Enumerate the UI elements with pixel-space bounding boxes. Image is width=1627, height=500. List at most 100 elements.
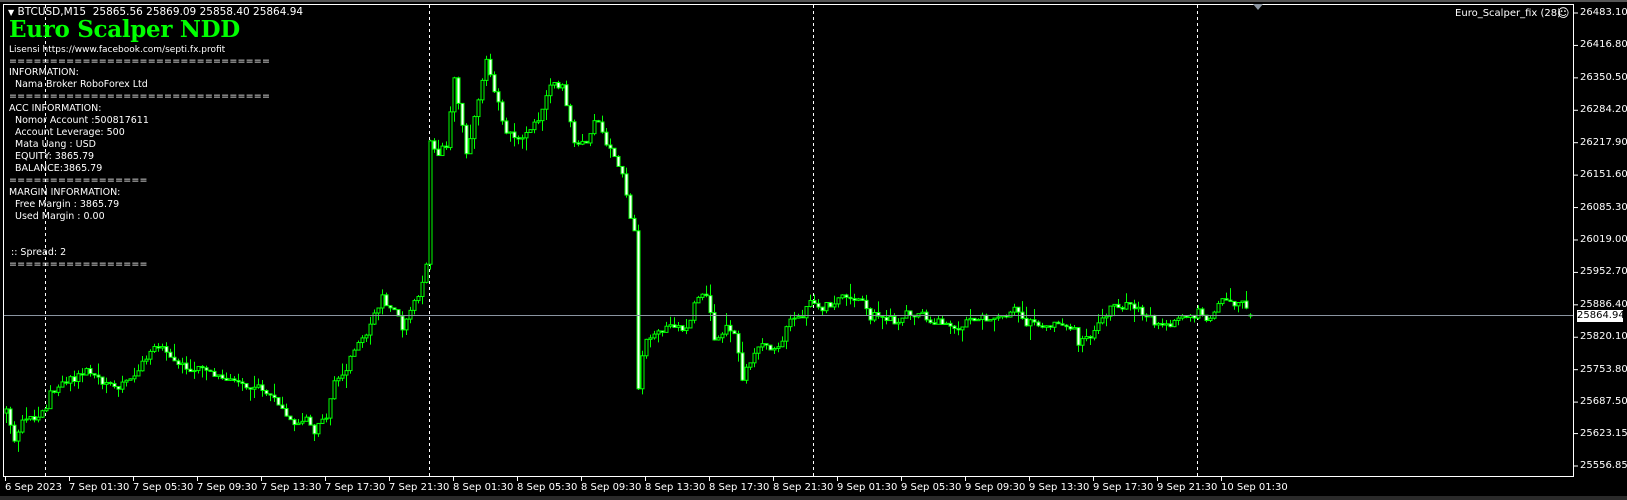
bear-candle-body <box>248 387 253 390</box>
price-tick-label: 26416.80 <box>1580 39 1627 51</box>
bear-candle-body <box>8 408 13 426</box>
separator-line: ================= <box>9 175 148 186</box>
time-tick-label: 8 Sep 01:30 <box>453 482 514 493</box>
bull-candle-body <box>1072 327 1077 330</box>
bear-candle-body <box>1076 327 1081 346</box>
bear-candle-body <box>392 307 397 311</box>
bear-candle-body <box>156 346 161 349</box>
bull-candle-body <box>28 415 33 420</box>
bear-candle-body <box>732 330 737 335</box>
bear-candle-body <box>1132 303 1137 310</box>
bull-candle-body <box>936 318 941 325</box>
bull-candle-body <box>1012 306 1017 313</box>
bear-candle-body <box>704 293 709 297</box>
bear-candle-body <box>96 374 101 378</box>
bull-candle-body <box>480 79 485 101</box>
bear-candle-body <box>1040 325 1045 328</box>
bear-candle-body <box>108 381 113 385</box>
price-tick-label: 26217.90 <box>1580 136 1627 148</box>
bull-candle-body <box>420 281 425 298</box>
bear-candle-body <box>308 416 313 426</box>
bull-candle-body <box>788 318 793 328</box>
bear-candle-body <box>584 140 589 144</box>
bear-candle-body <box>244 383 249 389</box>
bull-candle-body <box>640 355 645 390</box>
account-currency: Mata Uang : USD <box>15 139 96 150</box>
bull-candle-body <box>332 380 337 400</box>
bull-candle-body <box>944 322 949 325</box>
bull-candle-body <box>1172 319 1177 328</box>
bear-candle-body <box>224 377 229 381</box>
spread-value: :: Spread: 2 <box>11 247 67 258</box>
bull-candle-body <box>16 431 21 442</box>
bull-candle-body <box>364 334 369 339</box>
bear-candle-body <box>984 314 989 322</box>
chart-window: ▼ BTCUSD,M15 25865.56 25869.09 25858.40 … <box>0 0 1627 500</box>
bull-candle-body <box>644 338 649 357</box>
bear-candle-body <box>32 415 37 421</box>
bear-candle-body <box>80 373 85 376</box>
bull-candle-body <box>124 379 129 383</box>
bear-candle-body <box>620 165 625 175</box>
bear-candle-body <box>708 295 713 314</box>
bull-candle-body <box>548 84 553 97</box>
time-tick-label: 9 Sep 09:30 <box>965 482 1026 493</box>
bull-candle-body <box>20 419 25 433</box>
bull-candle-body <box>772 347 777 351</box>
balance-value: BALANCE:3865.79 <box>15 163 103 174</box>
time-tick-label: 9 Sep 05:30 <box>901 482 962 493</box>
bull-candle-body <box>356 342 361 351</box>
bull-candle-body <box>1112 303 1117 307</box>
account-number: Nomor Account :500817611 <box>15 115 149 126</box>
bear-candle-body <box>924 311 929 321</box>
separator-line: ================= <box>9 259 148 270</box>
expert-advisor-label[interactable]: Euro_Scalper_fix (28) <box>1455 8 1561 19</box>
bull-candle-body <box>804 306 809 319</box>
bear-candle-body <box>432 140 437 150</box>
bear-candle-body <box>188 368 193 373</box>
bull-candle-body <box>992 317 997 320</box>
bear-candle-body <box>816 302 821 308</box>
time-tick-label: 8 Sep 17:30 <box>709 482 770 493</box>
bull-candle-body <box>668 324 673 327</box>
used-margin: Used Margin : 0.00 <box>15 211 105 222</box>
bear-candle-body <box>204 367 209 371</box>
bear-candle-body <box>164 346 169 353</box>
bull-candle-body <box>84 368 89 376</box>
bear-candle-body <box>892 315 897 325</box>
time-tick-label: 7 Sep 21:30 <box>389 482 450 493</box>
bull-candle-body <box>4 408 9 414</box>
bear-candle-body <box>72 376 77 383</box>
bull-candle-body <box>1044 325 1049 328</box>
bull-candle-body <box>1100 317 1105 324</box>
bear-candle-body <box>928 319 933 324</box>
bear-candle-body <box>940 318 945 325</box>
bull-candle-body <box>696 296 701 304</box>
bear-candle-body <box>444 145 449 149</box>
bear-candle-body <box>820 306 825 312</box>
margin-information-heading: MARGIN INFORMATION: <box>9 187 121 198</box>
bear-candle-body <box>852 298 857 301</box>
price-tick-label: 25820.10 <box>1580 331 1627 343</box>
bull-candle-body <box>412 300 417 311</box>
bear-candle-body <box>868 308 873 321</box>
bear-candle-body <box>768 344 773 351</box>
bull-candle-body <box>888 315 893 322</box>
bear-candle-body <box>1116 303 1121 309</box>
bear-candle-body <box>1152 314 1157 326</box>
bull-candle-body <box>776 346 781 349</box>
bull-candle-body <box>380 294 385 309</box>
bear-candle-body <box>1024 317 1029 327</box>
bull-candle-body <box>1104 315 1109 319</box>
time-tick-label: 9 Sep 17:30 <box>1093 482 1154 493</box>
bull-candle-body <box>428 140 433 265</box>
price-tick-label: 26284.20 <box>1580 104 1627 116</box>
chart-shift-marker[interactable] <box>1253 4 1263 10</box>
bull-candle-body <box>1196 308 1201 319</box>
bear-candle-body <box>672 324 677 328</box>
bull-candle-body <box>652 333 657 339</box>
bear-candle-body <box>292 419 297 426</box>
bear-candle-body <box>1168 323 1173 328</box>
bear-candle-body <box>220 374 225 379</box>
price-tick-label: 26151.60 <box>1580 169 1627 181</box>
